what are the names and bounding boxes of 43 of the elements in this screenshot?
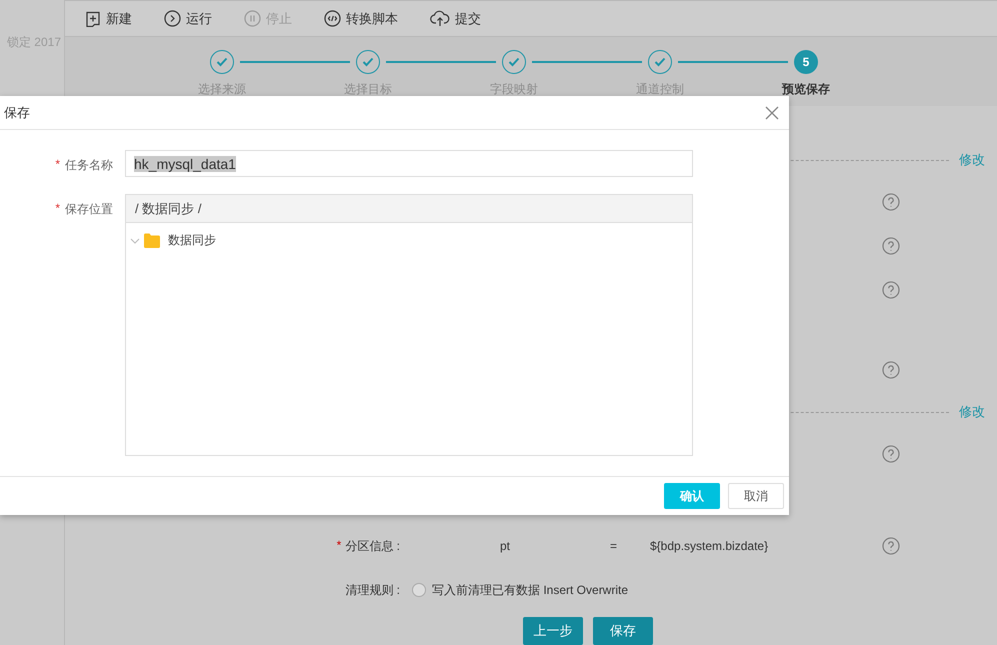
close-icon[interactable] — [765, 106, 779, 120]
partition-key: pt — [400, 539, 610, 553]
field-label: 保存位置 — [65, 201, 113, 218]
partition-value: ${bdp.system.bizdate} — [650, 539, 768, 553]
step-label: 字段映射 — [490, 81, 538, 98]
path-text: / 数据同步 / — [126, 195, 692, 223]
code-icon — [324, 10, 341, 28]
help-icon[interactable] — [882, 537, 900, 555]
field-label: 分区信息 : — [345, 538, 400, 554]
required-asterisk: * — [55, 157, 60, 173]
step-label: 预览保存 — [782, 81, 830, 98]
step-label: 选择来源 — [198, 81, 246, 98]
toolbar-button[interactable]: 新建 — [85, 10, 132, 28]
step-number: 5 — [794, 50, 818, 74]
footer-button[interactable]: 保存 — [593, 617, 653, 645]
operator-text: = — [610, 539, 618, 553]
task-name-field[interactable]: hk_mysql_data1 — [125, 150, 693, 177]
dialog-button[interactable]: 取消 — [728, 483, 784, 509]
cloud-upload-icon — [430, 10, 450, 28]
new-file-icon — [85, 10, 101, 27]
required-asterisk: * — [55, 201, 60, 217]
required-asterisk: * — [336, 538, 342, 554]
toolbar-button[interactable]: 转换脚本 — [324, 10, 398, 28]
chevron-icon[interactable] — [130, 236, 140, 246]
dialog-title: 保存 — [4, 104, 30, 122]
tree-item[interactable]: 数据同步 — [168, 232, 216, 249]
help-icon[interactable] — [882, 361, 900, 379]
toolbar-button[interactable]: 提交 — [430, 10, 481, 28]
step-label: 选择目标 — [344, 81, 392, 98]
folder-icon — [144, 233, 160, 248]
radio-button[interactable] — [412, 583, 426, 597]
pause-circle-icon — [244, 10, 261, 28]
toolbar-button[interactable]: 运行 — [164, 10, 212, 28]
help-icon[interactable] — [882, 281, 900, 299]
help-icon[interactable] — [882, 237, 900, 255]
field-label: 任务名称 — [65, 157, 113, 174]
play-circle-icon — [164, 10, 181, 28]
field-label: 清理规则 : — [345, 582, 400, 598]
help-icon[interactable] — [882, 193, 900, 211]
help-icon[interactable] — [882, 445, 900, 463]
step-label: 通道控制 — [636, 81, 684, 98]
radio-label: 写入前清理已有数据 Insert Overwrite — [432, 582, 628, 598]
footer-button[interactable]: 上一步 — [523, 617, 583, 645]
